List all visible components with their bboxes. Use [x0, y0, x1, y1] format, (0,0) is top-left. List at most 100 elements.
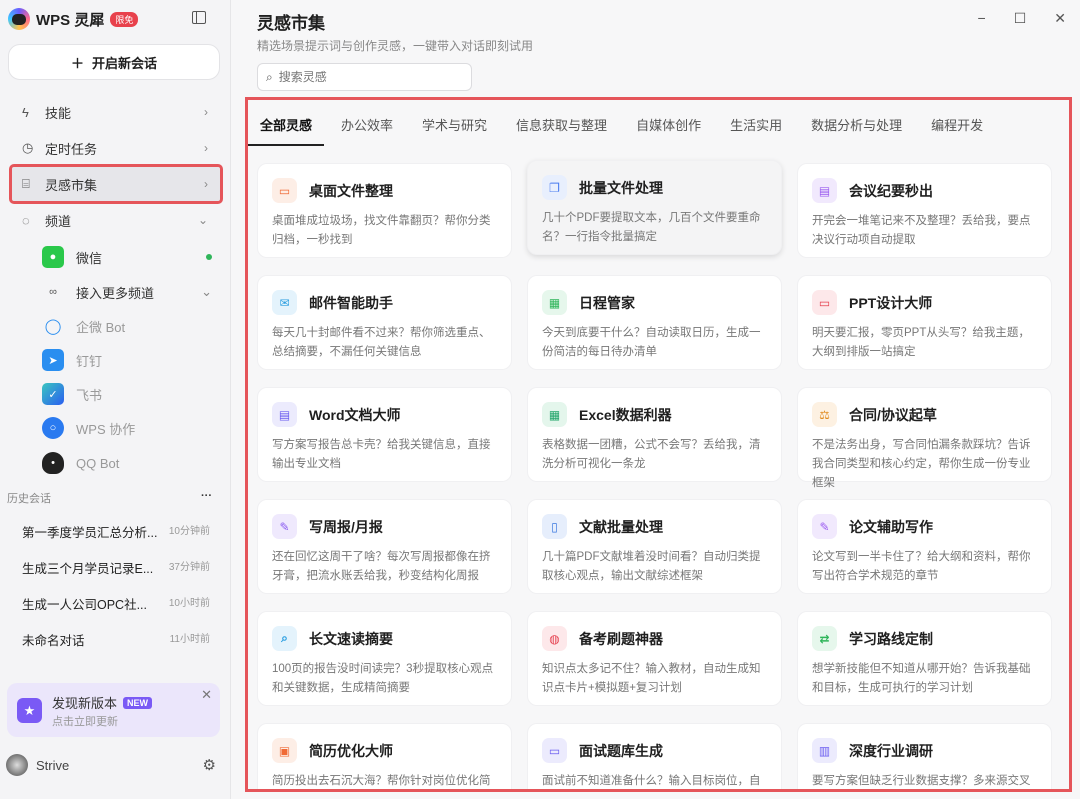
card-title: 合同/协议起草 — [849, 406, 937, 423]
card-title: Excel数据利器 — [579, 406, 672, 423]
inspiration-card[interactable]: ✉ 邮件智能助手每天几十封邮件看不过来？帮你筛选重点、总结摘要，不漏任何关键信息 — [257, 275, 512, 370]
building-icon: ▥ — [812, 738, 837, 763]
search-doc-icon: ⌕ — [272, 626, 297, 651]
tab-category[interactable]: 办公效率 — [341, 112, 393, 146]
channel-qq-bot[interactable]: • QQ Bot — [42, 448, 212, 478]
history-title: 未命名对话 — [22, 634, 85, 648]
search-box[interactable]: ⌕ — [257, 63, 472, 91]
card-header: ✎ 写周报/月报 — [272, 514, 497, 539]
search-input[interactable] — [278, 70, 449, 84]
channel-feishu[interactable]: ✓ 飞书 — [42, 379, 212, 409]
channel-wps-collab[interactable]: ○ WPS 协作 — [42, 413, 212, 443]
channel-label: 接入更多频道 — [76, 285, 155, 301]
tab-category[interactable]: 全部灵感 — [248, 112, 325, 146]
history-title: 生成一人公司OPC社... — [22, 598, 148, 612]
card-header: ⚖ 合同/协议起草 — [812, 402, 1037, 427]
channel-label: 钉钉 — [76, 353, 103, 369]
card-description: 还在回忆这周干了啥？每次写周报都像在挤牙膏，把流水账丢给我，秒变结构化周报 — [272, 551, 491, 582]
inspiration-card[interactable]: ▯ 文献批量处理 几十篇PDF文献堆着没时间看？自动归类提取核心观点，输出文献综述框… — [527, 499, 782, 594]
gear-icon[interactable]: ⚙ — [203, 756, 216, 774]
chevron-right-icon: › — [204, 141, 208, 155]
channel-connect-more[interactable]: ∞ 接入更多频道 ⌄ — [42, 277, 212, 307]
card-description: 面试前不知道准备什么？输入目标岗位，自动 — [542, 775, 761, 787]
inspiration-card[interactable]: ⌕ 长文速读摘要 100页的报告没时间读完？3秒提取核心观点和关键数据，生成精简摘要 — [257, 611, 512, 706]
chat-bubble-icon: ◌ — [22, 212, 30, 228]
tab-category[interactable]: 编程开发 — [931, 112, 983, 146]
card-title: Word文档大师 — [309, 406, 401, 423]
update-banner[interactable]: ★ 发现新版本 NEW 点击立即更新 ✕ — [7, 683, 220, 737]
dingtalk-icon: ➤ — [42, 349, 64, 371]
card-title: PPT设计大师 — [849, 294, 933, 311]
app-logo: WPS 灵犀 限免 — [8, 8, 139, 30]
card-title: 学习路线定制 — [849, 630, 933, 647]
tab-category[interactable]: 生活实用 — [730, 112, 782, 146]
logo-icon — [8, 8, 30, 30]
inspiration-card[interactable]: ◍ 备考刷题神器 知识点太多记不住？输入教材，自动生成知识点卡片+模拟题+复习计划 — [527, 611, 782, 706]
scale-icon: ⚖ — [812, 402, 837, 427]
inspiration-card[interactable]: ⇄ 学习路线定制 想学新技能但不知道从哪开始？告诉我基础和目标，生成可执行的学习计划 — [797, 611, 1052, 706]
channel-wechat[interactable]: ● 微信 — [42, 242, 212, 272]
tab-category[interactable]: 数据分析与处理 — [811, 112, 902, 146]
inspiration-card[interactable]: ▤ Word文档大师 写方案写报告总卡壳？给我关键信息，直接输出专业文档 — [257, 387, 512, 482]
card-header: ✉ 邮件智能助手 — [272, 290, 497, 315]
inspiration-card[interactable]: ▭ 面试题库生成面试前不知道准备什么？输入目标岗位，自动 — [527, 723, 782, 789]
card-header: ▤ 会议纪要秒出 — [812, 178, 1037, 203]
inspiration-card[interactable]: ▤ 会议纪要秒出 开完会一堆笔记来不及整理？丢给我，要点决议行动项自动提取 — [797, 163, 1052, 258]
new-badge: NEW — [123, 696, 153, 709]
tab-category[interactable]: 学术与研究 — [422, 112, 487, 146]
card-title: 简历优化大师 — [309, 742, 393, 759]
chevron-right-icon: › — [204, 105, 208, 119]
tab-category[interactable]: 信息获取与整理 — [516, 112, 607, 146]
minimize-icon[interactable]: − — [978, 10, 986, 27]
inspiration-card[interactable]: ✎ 论文辅助写作 论文写到一半卡住了？给大纲和资料，帮你写出符合学术规范的章节 — [797, 499, 1052, 594]
card-description: 今天到底要干什么？自动读取日历，生成一份简洁的每日待办清单 — [542, 327, 761, 358]
new-chat-button[interactable]: ＋ 开启新会话 — [8, 44, 220, 80]
inspiration-card[interactable]: ▣ 简历优化大师 简历投出去石沉大海？帮你针对岗位优化简 — [257, 723, 512, 789]
tab-category[interactable]: 自媒体创作 — [636, 112, 701, 146]
sidebar-item-inspiration-market[interactable]: ⌸ 灵感市集 › — [9, 164, 223, 204]
store-icon: ⌸ — [22, 176, 30, 191]
card-header: ▭ PPT设计大师 — [812, 290, 1037, 315]
history-item[interactable]: 生成三个月学员记录E... 37分钟前 — [22, 558, 210, 577]
user-profile[interactable]: Strive ⚙ — [6, 754, 216, 776]
sidebar-item-channels[interactable]: ◌ 频道 ⌄ — [12, 203, 220, 237]
nav-label: 频道 — [45, 213, 72, 229]
history-item[interactable]: 未命名对话 11小时前 — [22, 630, 210, 649]
close-icon[interactable]: ✕ — [201, 687, 212, 703]
brain-icon: ◍ — [542, 626, 567, 651]
history-item[interactable]: 生成一人公司OPC社... 10小时前 — [22, 594, 210, 613]
card-header: ▭ 桌面文件整理 — [272, 178, 497, 203]
maximize-icon[interactable]: ☐ — [1014, 10, 1027, 27]
inspiration-card[interactable]: ▦ Excel数据利器 表格数据一团糟，公式不会写？丢给我，清洗分析可视化一条龙 — [527, 387, 782, 482]
card-description: 每天几十封邮件看不过来？帮你筛选重点、总结摘要，不漏任何关键信息 — [272, 327, 491, 358]
inspiration-card[interactable]: ❐ 批量文件处理 几十个PDF要提取文本，几百个文件要重命名？一行指令批量搞定 — [527, 160, 782, 255]
history-time: 37分钟前 — [168, 562, 210, 573]
history-time: 11小时前 — [169, 634, 210, 645]
wechat-icon: ● — [42, 246, 64, 268]
clipboard-icon: ▤ — [812, 178, 837, 203]
history-title: 第一季度学员汇总分析... — [22, 526, 158, 540]
document-icon: ▤ — [272, 402, 297, 427]
inspiration-card[interactable]: ✎ 写周报/月报还在回忆这周干了啥？每次写周报都像在挤牙膏，把流水账丢给我，秒变结… — [257, 499, 512, 594]
sidebar-toggle-icon[interactable] — [192, 11, 206, 24]
more-icon[interactable]: ··· — [201, 490, 212, 506]
close-icon[interactable]: ✕ — [1054, 10, 1066, 27]
inspiration-card[interactable]: ▥ 深度行业调研要写方案但缺乏行业数据支撑？多来源交叉核 — [797, 723, 1052, 789]
history-item[interactable]: 第一季度学员汇总分析... 10分钟前 — [22, 522, 210, 541]
card-title: 面试题库生成 — [579, 742, 663, 759]
channel-dingtalk[interactable]: ➤ 钉钉 — [42, 345, 212, 375]
inspiration-card[interactable]: ▭ 桌面文件整理 桌面堆成垃圾场，找文件靠翻页？帮你分类归档，一秒找到 — [257, 163, 512, 258]
card-header: ▦ Excel数据利器 — [542, 402, 767, 427]
link-icon: ∞ — [49, 286, 57, 298]
sidebar: WPS 灵犀 限免 ＋ 开启新会话 ϟ 技能 › ◷ 定时任务 › ⌸ 灵感市集 › ◌ 频道 ⌄… — [0, 0, 231, 799]
channel-wecom-bot[interactable]: ◯ 企微 Bot — [42, 311, 212, 341]
inspiration-card[interactable]: ⚖ 合同/协议起草 不是法务出身，写合同怕漏条款踩坑？告诉我合同类型和核心约定，帮你… — [797, 387, 1052, 489]
card-title: 邮件智能助手 — [309, 294, 393, 311]
channel-label: 微信 — [76, 250, 103, 266]
plus-icon: ＋ — [70, 55, 84, 71]
sidebar-item-scheduled-tasks[interactable]: ◷ 定时任务 › — [12, 131, 220, 165]
inspiration-card[interactable]: ▦ 日程管家 今天到底要干什么？自动读取日历，生成一份简洁的每日待办清单 — [527, 275, 782, 370]
inspiration-card[interactable]: ▭ PPT设计大师 明天要汇报，零页PPT从头写？给我主题，大纲到排版一站搞定 — [797, 275, 1052, 370]
sidebar-item-skills[interactable]: ϟ 技能 › — [12, 95, 220, 129]
channel-label: WPS 协作 — [76, 421, 136, 437]
